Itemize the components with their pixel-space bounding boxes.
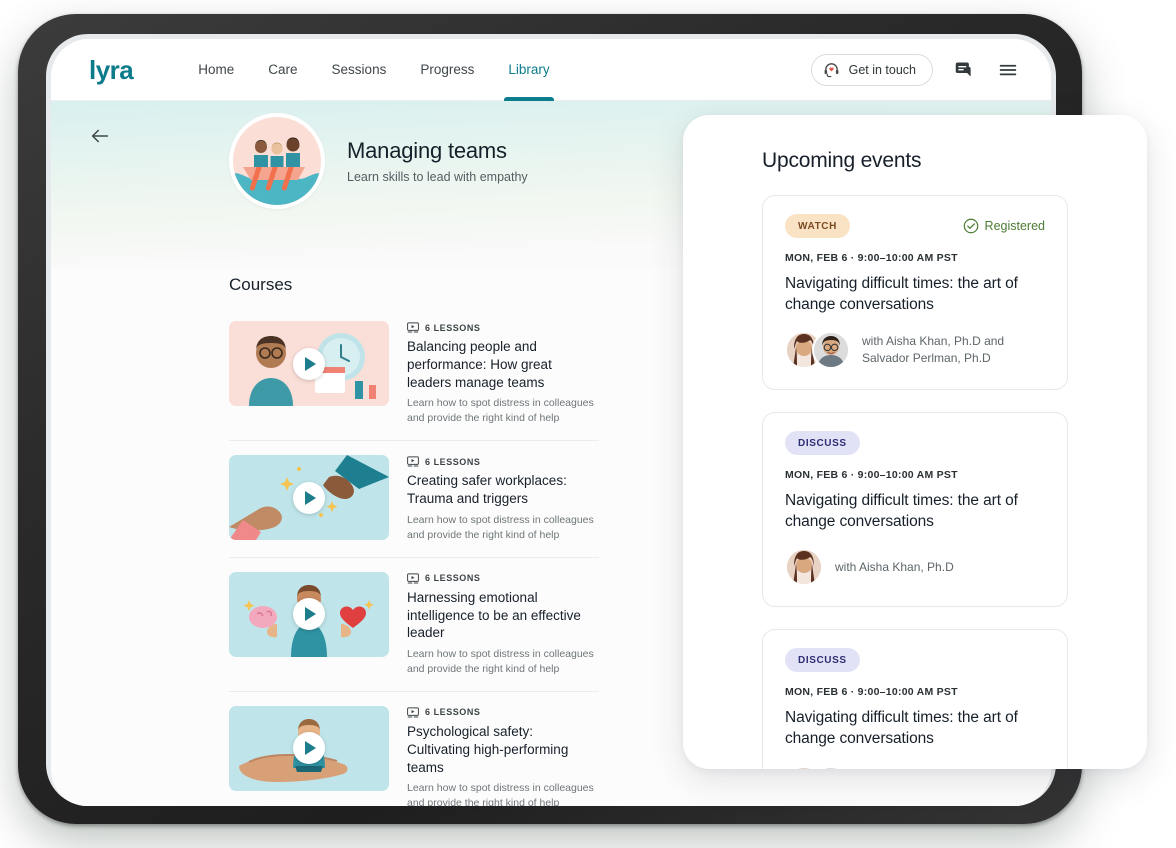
- nav-item-library[interactable]: Library: [491, 39, 566, 101]
- get-in-touch-label: Get in touch: [848, 62, 916, 77]
- event-card[interactable]: DISCUSS MON, FEB 6 · 9:00–10:00 AM PST N…: [762, 412, 1068, 608]
- avatar: [812, 331, 850, 370]
- check-circle-icon: [963, 218, 979, 234]
- host-avatars: [785, 331, 850, 370]
- message-icon[interactable]: [951, 57, 977, 83]
- course-item[interactable]: 6 LESSONS Psychological safety: Cultivat…: [229, 692, 599, 806]
- event-type-badge: DISCUSS: [785, 431, 860, 456]
- lessons-count: 6 LESSONS: [425, 456, 481, 467]
- event-card-header: DISCUSS: [785, 648, 1045, 673]
- video-lessons-icon: [407, 707, 419, 718]
- event-title: Navigating difficult times: the art of c…: [785, 492, 1018, 530]
- nav-item-progress[interactable]: Progress: [403, 39, 491, 101]
- hero-row: Managing teams Learn skills to lead with…: [229, 113, 528, 209]
- nav-item-home[interactable]: Home: [181, 39, 251, 101]
- avatar: [812, 765, 850, 769]
- upcoming-events-panel: Upcoming events WATCH Registered MON, FE…: [683, 115, 1147, 769]
- event-datetime: MON, FEB 6 · 9:00–10:00 AM PST: [785, 469, 958, 482]
- event-card-header: DISCUSS: [785, 431, 1045, 456]
- lessons-count: 6 LESSONS: [425, 573, 481, 584]
- play-button-icon[interactable]: [293, 347, 325, 380]
- lyra-logo[interactable]: lyra: [89, 57, 134, 83]
- course-item[interactable]: 6 LESSONS Creating safer workplaces: Tra…: [229, 441, 599, 558]
- avatar: [785, 765, 823, 769]
- video-lessons-icon: [407, 573, 419, 584]
- nav-actions: Get in touch: [810, 53, 1021, 86]
- event-card[interactable]: DISCUSS MON, FEB 6 · 9:00–10:00 AM PST N…: [762, 629, 1068, 769]
- lessons-count: 6 LESSONS: [425, 322, 481, 333]
- lessons-meta: 6 LESSONS: [407, 456, 599, 467]
- event-hosts: with Aisha Khan, Ph.D: [785, 548, 1045, 587]
- course-thumbnail[interactable]: [229, 321, 389, 406]
- registered-label: Registered: [984, 219, 1045, 233]
- hamburger-menu-icon[interactable]: [995, 57, 1021, 83]
- registered-status: Registered: [963, 218, 1045, 234]
- get-in-touch-button[interactable]: Get in touch: [810, 53, 933, 86]
- play-button-icon[interactable]: [293, 732, 325, 765]
- course-title: Harnessing emotional intelligence to be …: [407, 589, 581, 641]
- lessons-meta: 6 LESSONS: [407, 322, 599, 333]
- screenshot-stage: lyra Home Care Sessions Progress Library: [0, 0, 1176, 848]
- course-info: 6 LESSONS Psychological safety: Cultivat…: [407, 706, 599, 806]
- course-info: 6 LESSONS Creating safer workplaces: Tra…: [407, 455, 599, 542]
- courses-heading: Courses: [229, 275, 293, 294]
- event-card[interactable]: WATCH Registered MON, FEB 6 · 9:00–10:00…: [762, 195, 1068, 391]
- headset-heart-icon: [823, 61, 840, 78]
- course-description: Learn how to spot distress in colleagues…: [407, 648, 594, 676]
- course-thumbnail[interactable]: [229, 571, 389, 657]
- event-hosts: with Aisha Khan, Ph.D and Salvador Perlm…: [785, 765, 1045, 769]
- course-info: 6 LESSONS Balancing people and performan…: [407, 321, 599, 426]
- event-hosts-label: with Aisha Khan, Ph.D and Salvador Perlm…: [862, 767, 1045, 769]
- event-hosts-label: with Aisha Khan, Ph.D: [835, 559, 954, 574]
- play-button-icon[interactable]: [293, 598, 325, 631]
- event-card-header: WATCH Registered: [785, 214, 1045, 238]
- events-list: WATCH Registered MON, FEB 6 · 9:00–10:00…: [683, 173, 1147, 769]
- course-title: Psychological safety: Cultivating high-p…: [407, 723, 569, 775]
- event-datetime: MON, FEB 6 · 9:00–10:00 AM PST: [785, 686, 958, 699]
- top-navigation-bar: lyra Home Care Sessions Progress Library: [51, 39, 1051, 101]
- course-info: 6 LESSONS Harnessing emotional intellige…: [407, 572, 599, 677]
- course-description: Learn how to spot distress in colleagues…: [407, 397, 594, 425]
- course-item[interactable]: 6 LESSONS Balancing people and performan…: [229, 307, 599, 442]
- course-thumbnail[interactable]: [229, 705, 389, 791]
- page-subtitle: Learn skills to lead with empathy: [347, 170, 528, 184]
- lessons-count: 6 LESSONS: [425, 707, 481, 718]
- course-description: Learn how to spot distress in colleagues…: [407, 782, 594, 806]
- event-datetime: MON, FEB 6 · 9:00–10:00 AM PST: [785, 252, 958, 264]
- courses-list: 6 LESSONS Balancing people and performan…: [229, 307, 599, 806]
- video-lessons-icon: [407, 456, 419, 467]
- hero-text: Managing teams Learn skills to lead with…: [347, 138, 528, 184]
- rowing-team-illustration: [233, 117, 321, 205]
- avatar: [785, 548, 823, 587]
- lessons-meta: 6 LESSONS: [407, 707, 599, 718]
- page-title: Managing teams: [347, 138, 507, 163]
- course-description: Learn how to spot distress in colleagues…: [407, 513, 594, 541]
- hero-badge: [229, 113, 325, 209]
- host-avatars: [785, 765, 850, 769]
- nav-item-sessions[interactable]: Sessions: [315, 39, 404, 101]
- upcoming-events-heading: Upcoming events: [762, 149, 922, 172]
- video-lessons-icon: [407, 322, 419, 333]
- nav-links: Home Care Sessions Progress Library: [181, 39, 566, 101]
- event-hosts: with Aisha Khan, Ph.D and Salvador Perlm…: [785, 331, 1045, 370]
- event-title: Navigating difficult times: the art of c…: [785, 709, 1018, 748]
- course-title: Creating safer workplaces: Trauma and tr…: [407, 473, 567, 507]
- play-button-icon[interactable]: [293, 481, 325, 514]
- lessons-meta: 6 LESSONS: [407, 573, 599, 584]
- event-type-badge: WATCH: [785, 214, 850, 238]
- course-title: Balancing people and performance: How gr…: [407, 339, 552, 390]
- back-arrow-icon[interactable]: [89, 125, 111, 147]
- event-title: Navigating difficult times: the art of c…: [785, 275, 1018, 313]
- event-hosts-label: with Aisha Khan, Ph.D and Salvador Perlm…: [862, 333, 1005, 366]
- host-avatars: [785, 548, 823, 587]
- course-item[interactable]: 6 LESSONS Harnessing emotional intellige…: [229, 558, 599, 692]
- event-type-badge: DISCUSS: [785, 648, 860, 673]
- course-thumbnail[interactable]: [229, 455, 389, 541]
- nav-item-care[interactable]: Care: [251, 39, 314, 101]
